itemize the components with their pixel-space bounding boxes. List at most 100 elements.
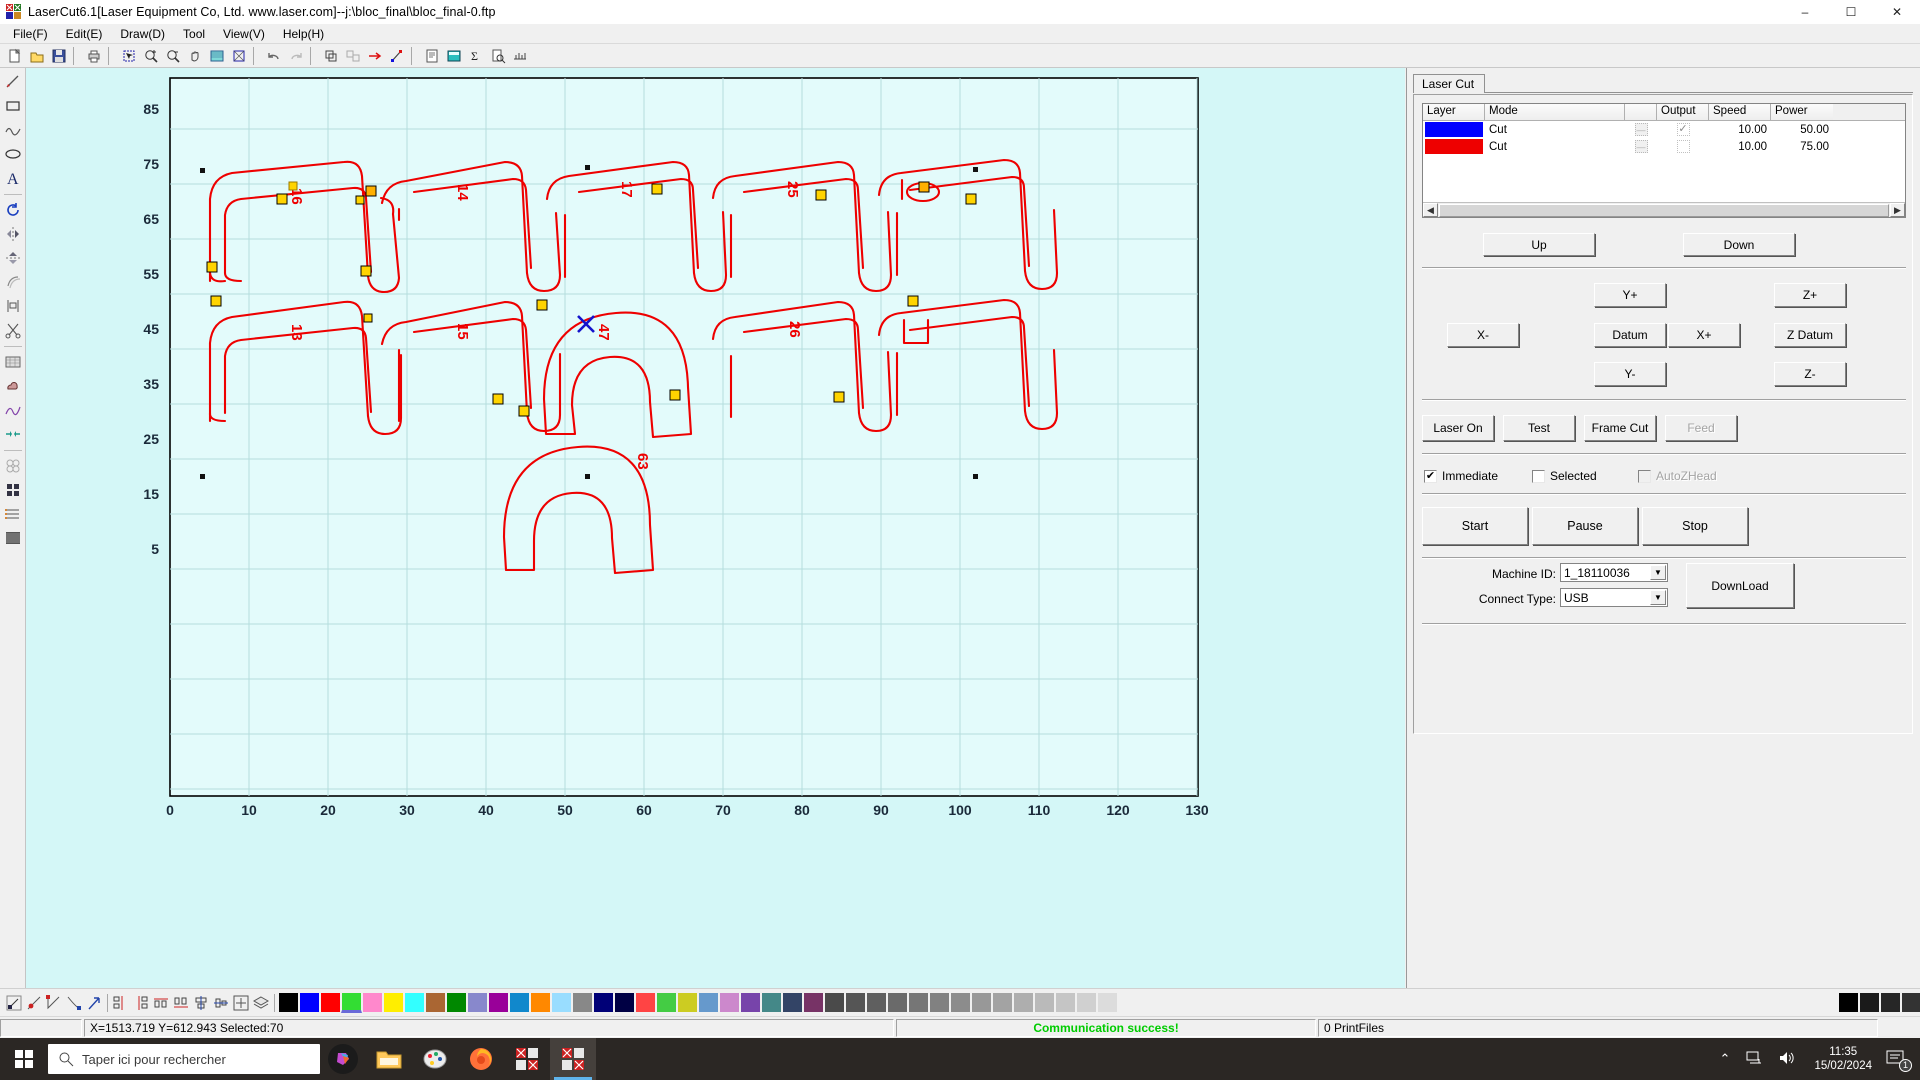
design-canvas[interactable]: 85 75 65 55 45 35 25 15 5 0 10 20 30 40 50 60 70 8…: [26, 68, 1405, 988]
palette-color-37[interactable]: [1055, 992, 1076, 1013]
jog-z-plus-button[interactable]: Z+: [1774, 283, 1846, 307]
start-icon[interactable]: [0, 1038, 48, 1080]
node-edit-icon[interactable]: [386, 45, 407, 66]
zoom-out-icon[interactable]: [162, 45, 183, 66]
palette-color-17[interactable]: [635, 992, 656, 1013]
palette-color-34[interactable]: [992, 992, 1013, 1013]
calculator-icon[interactable]: [443, 45, 464, 66]
palette-color-13[interactable]: [551, 992, 572, 1013]
palette-color-20[interactable]: [698, 992, 719, 1013]
palette-color-25[interactable]: [803, 992, 824, 1013]
layer-output-checkbox[interactable]: [1676, 140, 1690, 153]
menu-tool[interactable]: Tool: [174, 25, 214, 43]
new-file-icon[interactable]: [4, 45, 25, 66]
palette-color-15[interactable]: [593, 992, 614, 1013]
print-icon[interactable]: [83, 45, 104, 66]
ellipse-icon[interactable]: [2, 143, 24, 165]
column-mode[interactable]: Mode: [1485, 104, 1625, 120]
taskbar-clock[interactable]: 11:35 15/02/2024: [1804, 1045, 1882, 1074]
measure-icon[interactable]: [509, 45, 530, 66]
join-icon[interactable]: [2, 423, 24, 445]
align-right-icon[interactable]: [131, 991, 151, 1015]
fit-window-icon[interactable]: [206, 45, 227, 66]
test-button[interactable]: Test: [1503, 415, 1575, 441]
layer-mode[interactable]: Cut: [1485, 138, 1625, 155]
palette-color-1[interactable]: [299, 992, 320, 1013]
palette-color-4[interactable]: [362, 992, 383, 1013]
palette-color-30[interactable]: [908, 992, 929, 1013]
align-left-icon[interactable]: [111, 991, 131, 1015]
palette-color-11[interactable]: [509, 992, 530, 1013]
palette-color-24[interactable]: [782, 992, 803, 1013]
node-delete-icon[interactable]: [44, 991, 64, 1015]
layer-color-swatch[interactable]: [1425, 122, 1483, 137]
jog-x-plus-button[interactable]: X+: [1668, 323, 1740, 347]
jog-z-datum-button[interactable]: Z Datum: [1774, 323, 1846, 347]
cortana-icon[interactable]: [320, 1038, 366, 1080]
grayscale-color-0[interactable]: [1838, 992, 1859, 1013]
immediate-checkbox[interactable]: ✔ Immediate: [1424, 469, 1498, 483]
grayscale-color-1[interactable]: [1859, 992, 1880, 1013]
layer-param-button[interactable]: —: [1634, 140, 1648, 153]
column-speed[interactable]: Speed: [1709, 104, 1771, 120]
stop-button[interactable]: Stop: [1642, 507, 1748, 545]
node-select-icon[interactable]: [4, 991, 24, 1015]
start-button[interactable]: Start: [1422, 507, 1528, 545]
menu-help[interactable]: Help(H): [274, 25, 333, 43]
menu-draw[interactable]: Draw(D): [111, 25, 174, 43]
selected-checkbox[interactable]: Selected: [1532, 469, 1597, 483]
select-zoom-icon[interactable]: [118, 45, 139, 66]
open-folder-icon[interactable]: [26, 45, 47, 66]
jog-z-minus-button[interactable]: Z-: [1774, 362, 1846, 386]
immediate-checkbox-box[interactable]: ✔: [1424, 469, 1437, 483]
layer-speed[interactable]: 10.00: [1709, 138, 1771, 155]
preview-icon[interactable]: [487, 45, 508, 66]
cloud-icon[interactable]: [2, 375, 24, 397]
palette-color-31[interactable]: [929, 992, 950, 1013]
palette-color-6[interactable]: [404, 992, 425, 1013]
firefox-icon[interactable]: [458, 1038, 504, 1080]
align-center-h-icon[interactable]: [191, 991, 211, 1015]
layer-table[interactable]: Layer Mode Output Speed Power Cut — ✓ 10…: [1422, 103, 1906, 218]
cut-scissors-icon[interactable]: [2, 319, 24, 341]
palette-color-3[interactable]: [341, 992, 362, 1013]
mirror-vertical-icon[interactable]: [2, 247, 24, 269]
list-icon[interactable]: [2, 503, 24, 525]
jog-y-plus-button[interactable]: Y+: [1594, 283, 1666, 307]
layer-table-scrollbar[interactable]: ◀ ▶: [1423, 202, 1905, 217]
polyline-icon[interactable]: [2, 119, 24, 141]
download-button[interactable]: DownLoad: [1686, 563, 1794, 608]
color-palette[interactable]: [278, 992, 1118, 1013]
sum-icon[interactable]: Σ: [465, 45, 486, 66]
machine-id-select[interactable]: 1_18110036 ▼: [1560, 563, 1668, 582]
align-icon[interactable]: [2, 295, 24, 317]
jog-y-minus-button[interactable]: Y-: [1594, 362, 1666, 386]
palette-color-35[interactable]: [1013, 992, 1034, 1013]
grayscale-palette[interactable]: [1838, 992, 1920, 1013]
palette-color-39[interactable]: [1097, 992, 1118, 1013]
palette-color-18[interactable]: [656, 992, 677, 1013]
palette-color-29[interactable]: [887, 992, 908, 1013]
grayscale-color-2[interactable]: [1880, 992, 1901, 1013]
layers-icon[interactable]: [251, 991, 271, 1015]
notification-icon[interactable]: 1: [1882, 1049, 1920, 1072]
palette-color-27[interactable]: [845, 992, 866, 1013]
grayscale-color-3[interactable]: [1901, 992, 1920, 1013]
table-row[interactable]: Cut — 10.00 75.00: [1423, 138, 1905, 155]
menu-file[interactable]: File(F): [4, 25, 57, 43]
move-layer-up-button[interactable]: Up: [1483, 233, 1595, 256]
palette-color-0[interactable]: [278, 992, 299, 1013]
connect-type-select[interactable]: USB ▼: [1560, 588, 1668, 607]
search-input[interactable]: Taper ici pour rechercher: [48, 1044, 320, 1074]
pick-line-icon[interactable]: [2, 71, 24, 93]
offset-icon[interactable]: [2, 271, 24, 293]
close-button[interactable]: ✕: [1874, 0, 1920, 24]
text-icon[interactable]: A: [2, 167, 24, 189]
palette-color-21[interactable]: [719, 992, 740, 1013]
scroll-thumb[interactable]: [1439, 203, 1889, 217]
array-icon[interactable]: [2, 351, 24, 373]
column-layer[interactable]: Layer: [1423, 104, 1485, 120]
jog-x-minus-button[interactable]: X-: [1447, 323, 1519, 347]
jog-datum-button[interactable]: Datum: [1594, 323, 1666, 347]
scroll-right-icon[interactable]: ▶: [1890, 203, 1905, 217]
